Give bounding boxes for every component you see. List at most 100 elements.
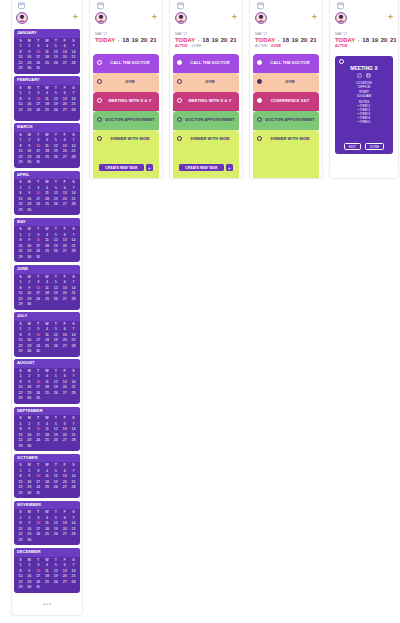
- add-button[interactable]: +: [73, 13, 78, 22]
- calendar-icon[interactable]: [97, 2, 104, 9]
- day-cell[interactable]: 24: [34, 297, 43, 303]
- day-cell[interactable]: 1: [16, 186, 25, 192]
- task-checkbox[interactable]: [257, 60, 262, 65]
- day-cell[interactable]: 20: [60, 291, 69, 297]
- day-cell[interactable]: 11: [43, 144, 52, 150]
- day-cell[interactable]: 12: [51, 238, 60, 244]
- day-cell[interactable]: 15: [16, 102, 25, 108]
- day-cell[interactable]: 8: [16, 97, 25, 103]
- day-cell[interactable]: 19: [51, 574, 60, 580]
- day-cell[interactable]: 29: [16, 255, 25, 261]
- day-cell[interactable]: 16: [25, 480, 34, 486]
- day-cell[interactable]: 30: [25, 585, 34, 591]
- avatar-icon[interactable]: [16, 12, 28, 24]
- day-cell[interactable]: 23: [25, 344, 34, 350]
- day-cell[interactable]: 3: [34, 44, 43, 50]
- day-cell[interactable]: 7: [69, 233, 78, 239]
- day-cell[interactable]: 29: [16, 585, 25, 591]
- day-cell[interactable]: 6: [60, 91, 69, 97]
- task-card[interactable]: DINNER WITH MOM: [253, 130, 319, 178]
- day-cell[interactable]: 29: [16, 491, 25, 497]
- day-cell[interactable]: 21: [69, 197, 78, 203]
- day-cell[interactable]: 24: [34, 344, 43, 350]
- day-cell[interactable]: 3: [34, 91, 43, 97]
- date-item[interactable]: 21: [310, 36, 317, 44]
- day-cell[interactable]: 12: [51, 474, 60, 480]
- day-cell[interactable]: 30: [25, 491, 34, 497]
- date-item[interactable]: 20: [141, 36, 148, 44]
- day-cell[interactable]: 22: [16, 155, 25, 161]
- day-cell[interactable]: 13: [60, 191, 69, 197]
- day-cell[interactable]: 1: [16, 91, 25, 97]
- day-cell[interactable]: 7: [69, 91, 78, 97]
- day-cell[interactable]: 22: [16, 202, 25, 208]
- day-cell[interactable]: 8: [16, 333, 25, 339]
- day-cell[interactable]: 16: [25, 55, 34, 61]
- date-item[interactable]: 19: [212, 36, 219, 44]
- day-cell[interactable]: 8: [16, 238, 25, 244]
- day-cell[interactable]: 4: [43, 44, 52, 50]
- day-cell[interactable]: 6: [60, 44, 69, 50]
- day-cell[interactable]: 23: [25, 532, 34, 538]
- add-button[interactable]: +: [152, 13, 157, 22]
- day-cell[interactable]: 22: [16, 61, 25, 67]
- day-cell[interactable]: 29: [16, 444, 25, 450]
- day-cell[interactable]: 7: [69, 469, 78, 475]
- day-cell[interactable]: 7: [69, 516, 78, 522]
- day-cell[interactable]: 30: [25, 160, 34, 166]
- day-cell[interactable]: 28: [69, 61, 78, 67]
- day-cell[interactable]: 5: [51, 280, 60, 286]
- day-cell[interactable]: 19: [51, 102, 60, 108]
- day-cell[interactable]: 14: [69, 569, 78, 575]
- day-cell[interactable]: 24: [34, 202, 43, 208]
- day-cell[interactable]: 30: [25, 302, 34, 308]
- task-card[interactable]: DOCTOR APPOINTMENT: [93, 111, 159, 130]
- avatar-icon[interactable]: [95, 12, 107, 24]
- day-cell[interactable]: 6: [60, 138, 69, 144]
- day-cell[interactable]: 26: [51, 202, 60, 208]
- day-cell[interactable]: 30: [25, 255, 34, 261]
- day-cell[interactable]: 16: [25, 574, 34, 580]
- day-cell[interactable]: 11: [43, 238, 52, 244]
- day-cell[interactable]: 27: [60, 485, 69, 491]
- day-cell[interactable]: 28: [69, 249, 78, 255]
- day-cell[interactable]: 25: [43, 485, 52, 491]
- day-cell[interactable]: 31: [34, 66, 43, 72]
- day-cell[interactable]: 27: [60, 344, 69, 350]
- day-cell[interactable]: 20: [60, 149, 69, 155]
- day-cell[interactable]: 27: [60, 438, 69, 444]
- task-checkbox[interactable]: [97, 136, 102, 141]
- day-cell[interactable]: 18: [43, 574, 52, 580]
- day-cell[interactable]: 8: [16, 50, 25, 56]
- date-item[interactable]: 20: [221, 36, 228, 44]
- day-cell[interactable]: 19: [51, 527, 60, 533]
- day-cell[interactable]: 24: [34, 580, 43, 586]
- day-cell[interactable]: 22: [16, 344, 25, 350]
- day-cell[interactable]: 22: [16, 249, 25, 255]
- day-cell[interactable]: 27: [60, 297, 69, 303]
- day-cell[interactable]: 1: [16, 138, 25, 144]
- day-cell[interactable]: 3: [34, 280, 43, 286]
- day-cell[interactable]: 18: [43, 433, 52, 439]
- day-cell[interactable]: 5: [51, 186, 60, 192]
- task-checkbox[interactable]: [177, 117, 182, 122]
- day-cell[interactable]: 26: [51, 155, 60, 161]
- day-cell[interactable]: 15: [16, 385, 25, 391]
- day-cell[interactable]: 30: [25, 396, 34, 402]
- day-cell[interactable]: 2: [25, 422, 34, 428]
- day-cell[interactable]: 13: [60, 50, 69, 56]
- avatar-icon[interactable]: [335, 12, 347, 24]
- day-cell[interactable]: 26: [51, 297, 60, 303]
- day-cell[interactable]: 11: [43, 521, 52, 527]
- day-cell[interactable]: 23: [25, 438, 34, 444]
- day-cell[interactable]: 13: [60, 427, 69, 433]
- day-cell[interactable]: 31: [34, 255, 43, 261]
- day-cell[interactable]: 7: [69, 374, 78, 380]
- task-checkbox[interactable]: [257, 98, 262, 103]
- day-cell[interactable]: 27: [60, 108, 69, 114]
- task-checkbox[interactable]: [177, 136, 182, 141]
- task-card[interactable]: CONFERENCE X&Y: [253, 92, 319, 111]
- day-cell[interactable]: 30: [25, 538, 34, 544]
- day-cell[interactable]: 26: [51, 485, 60, 491]
- date-item[interactable]: 21: [390, 36, 397, 44]
